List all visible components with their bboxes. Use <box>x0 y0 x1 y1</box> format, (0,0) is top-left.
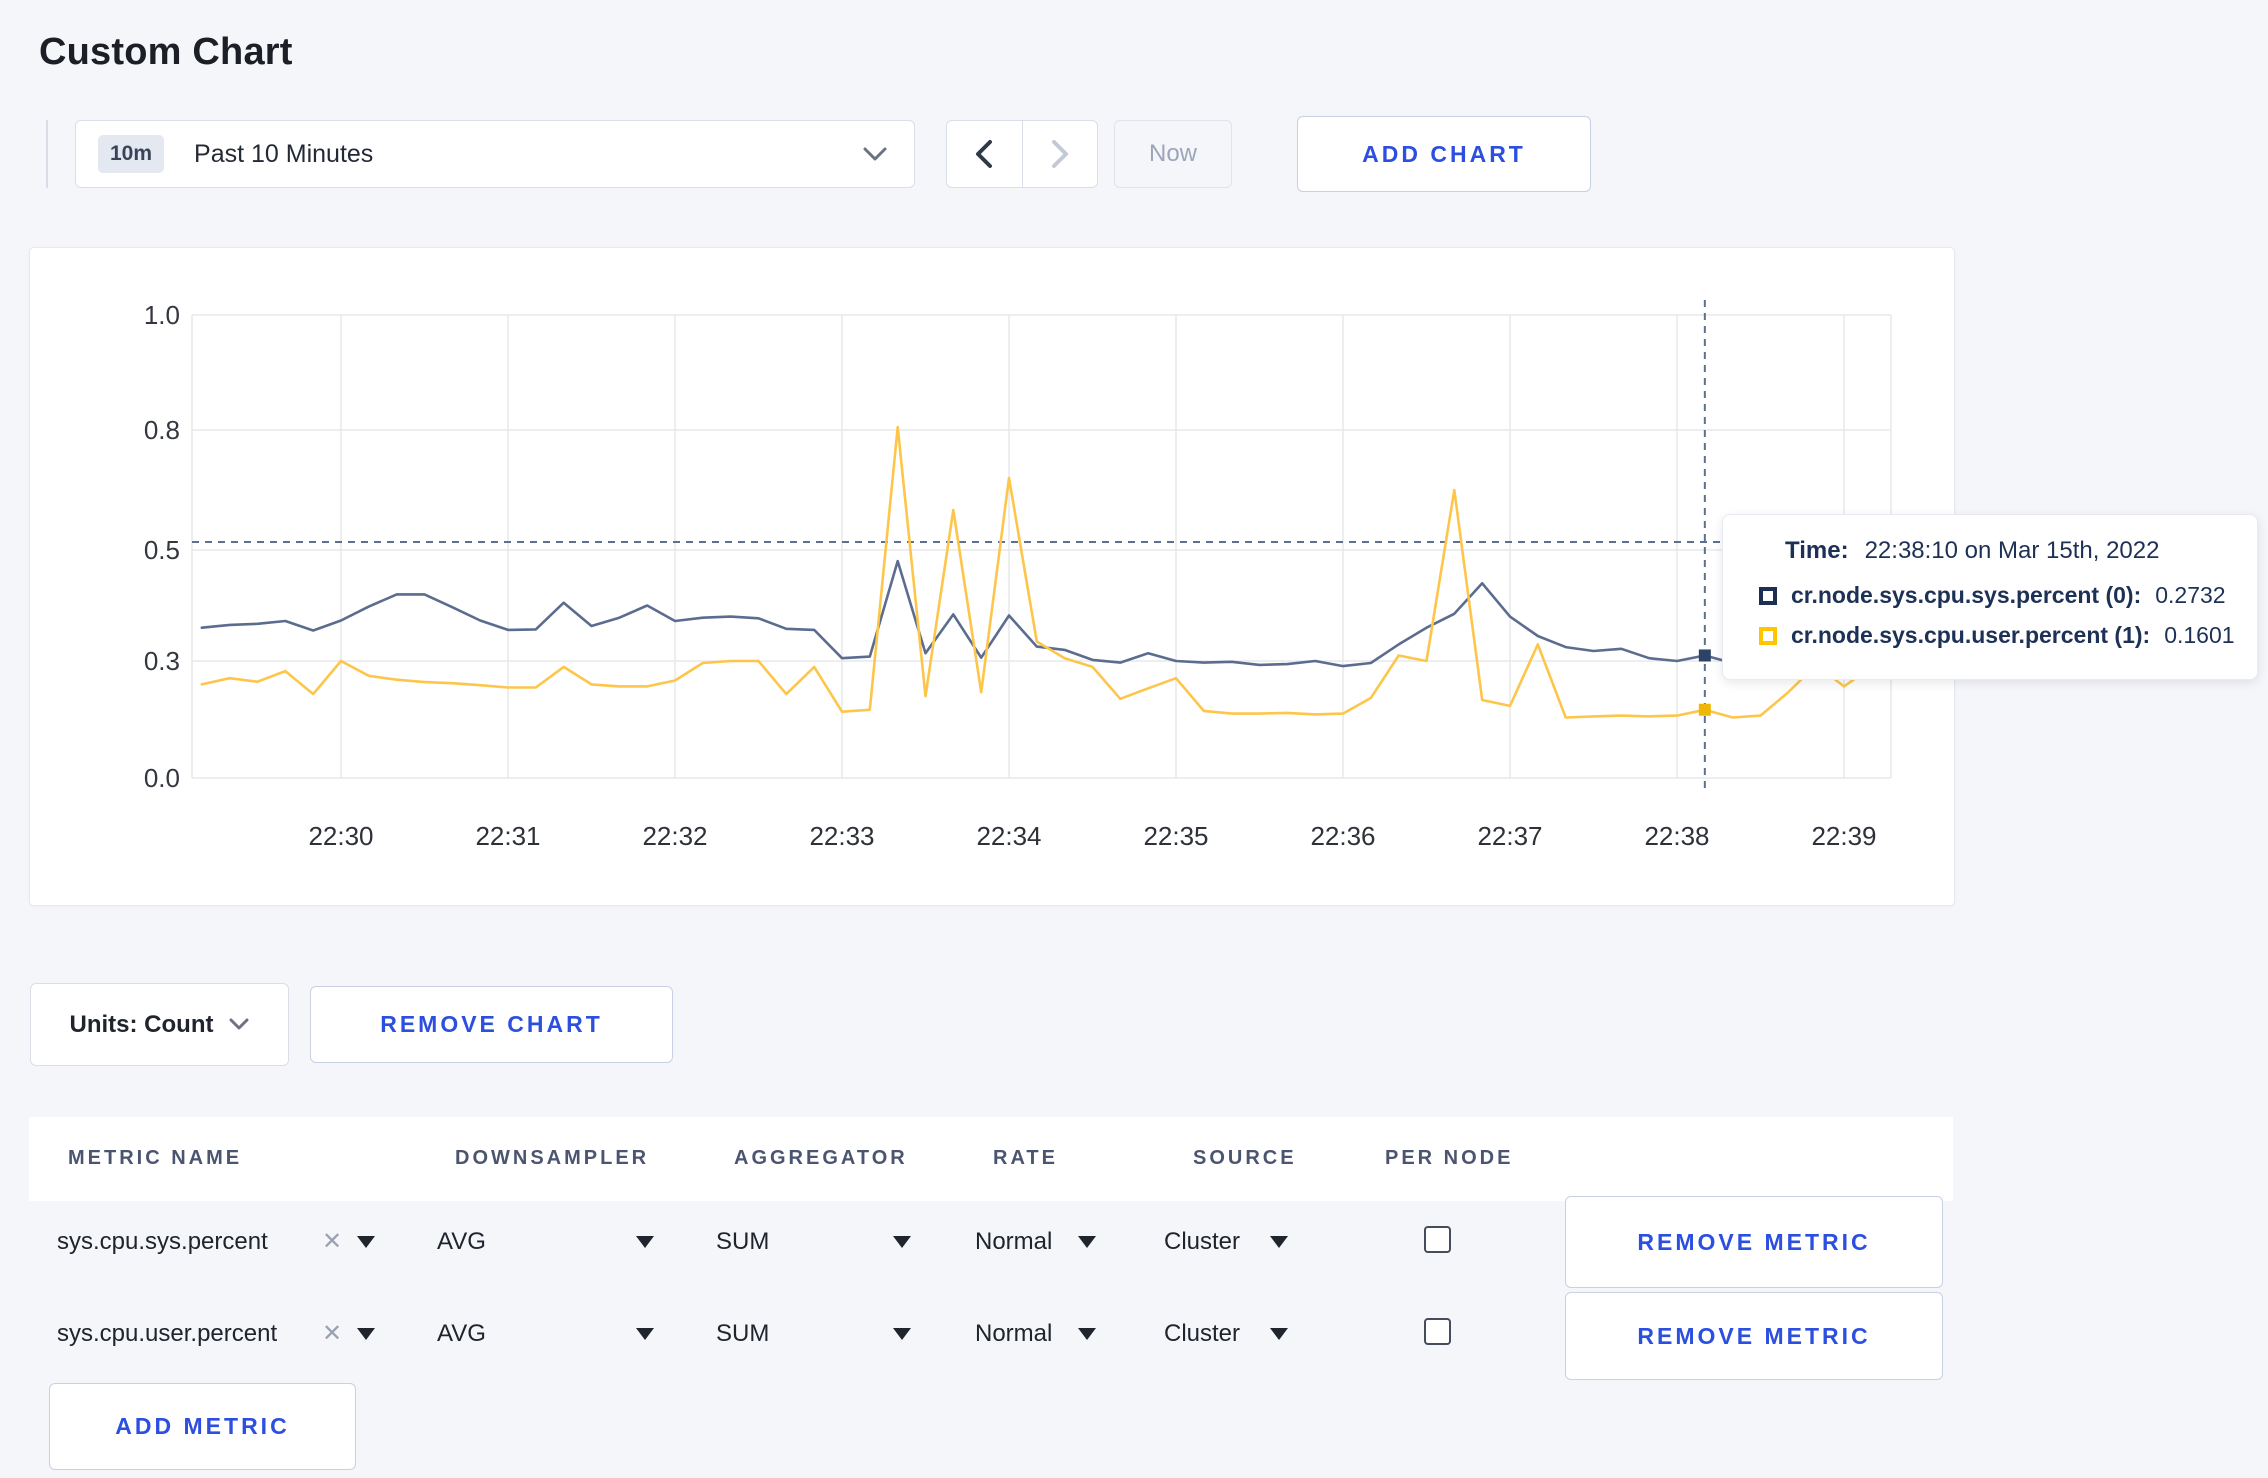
dropdown-arrow-icon[interactable] <box>1270 1328 1288 1340</box>
rate-select[interactable]: Normal <box>975 1320 1052 1348</box>
aggregator-select[interactable]: SUM <box>716 1320 769 1348</box>
tooltip-series-value: 0.2732 <box>2155 582 2226 608</box>
dropdown-arrow-icon[interactable] <box>357 1236 375 1248</box>
remove-metric-button[interactable]: REMOVE METRIC <box>1565 1196 1943 1288</box>
downsampler-select[interactable]: AVG <box>437 1320 486 1348</box>
tooltip-series-row: cr.node.sys.cpu.user.percent (1): 0.1601 <box>1759 622 2257 649</box>
chevron-left-icon <box>974 139 994 169</box>
time-range-label: Past 10 Minutes <box>194 139 374 168</box>
now-button[interactable]: Now <box>1114 120 1232 188</box>
dropdown-arrow-icon[interactable] <box>893 1328 911 1340</box>
chevron-down-icon <box>229 1018 249 1031</box>
tooltip-series-name: cr.node.sys.cpu.sys.percent (0): <box>1791 582 2142 608</box>
header-metric-name: METRIC NAME <box>68 1147 243 1169</box>
header-downsampler: DOWNSAMPLER <box>455 1147 650 1169</box>
add-chart-button[interactable]: ADD CHART <box>1297 116 1591 192</box>
user-series-swatch-icon <box>1759 626 1777 645</box>
time-pager <box>946 120 1098 188</box>
chart-hover-area[interactable] <box>192 315 1891 778</box>
metric-name-select[interactable]: sys.cpu.user.percent <box>57 1320 277 1348</box>
clear-metric-icon[interactable]: ✕ <box>322 1227 342 1256</box>
header-rate: RATE <box>993 1147 1058 1169</box>
page-title: Custom Chart <box>39 31 293 74</box>
dropdown-arrow-icon[interactable] <box>636 1236 654 1248</box>
tooltip-time-label: Time: <box>1785 537 1849 564</box>
time-range-select[interactable]: 10m Past 10 Minutes <box>75 120 915 188</box>
metric-row: sys.cpu.sys.percent ✕ AVG SUM Normal Clu… <box>0 1196 2268 1288</box>
dropdown-arrow-icon[interactable] <box>1078 1236 1096 1248</box>
tooltip-series-row: cr.node.sys.cpu.sys.percent (0): 0.2732 <box>1759 582 2257 609</box>
clear-metric-icon[interactable]: ✕ <box>322 1319 342 1348</box>
dropdown-arrow-icon[interactable] <box>1078 1328 1096 1340</box>
per-node-checkbox[interactable] <box>1424 1318 1451 1345</box>
chevron-right-icon <box>1050 139 1070 169</box>
rate-select[interactable]: Normal <box>975 1228 1052 1256</box>
dropdown-arrow-icon[interactable] <box>636 1328 654 1340</box>
next-range-button[interactable] <box>1021 121 1098 187</box>
tooltip-time-row: Time: 22:38:10 on Mar 15th, 2022 <box>1785 537 2257 565</box>
header-per-node: PER NODE <box>1385 1147 1514 1169</box>
add-metric-button[interactable]: ADD METRIC <box>49 1383 356 1470</box>
metric-row: sys.cpu.user.percent ✕ AVG SUM Normal Cl… <box>0 1290 2268 1382</box>
sys-series-swatch-icon <box>1759 586 1777 605</box>
dropdown-arrow-icon[interactable] <box>893 1236 911 1248</box>
header-aggregator: AGGREGATOR <box>734 1147 908 1169</box>
metrics-table-header: METRIC NAME DOWNSAMPLER AGGREGATOR RATE … <box>29 1117 1953 1201</box>
per-node-checkbox[interactable] <box>1424 1226 1451 1253</box>
toolbar-divider <box>46 120 48 188</box>
tooltip-time-value: 22:38:10 on Mar 15th, 2022 <box>1864 537 2160 564</box>
time-range-badge: 10m <box>98 135 165 173</box>
tooltip-series-value: 0.1601 <box>2164 622 2235 648</box>
source-select[interactable]: Cluster <box>1164 1320 1240 1348</box>
tooltip-series-name: cr.node.sys.cpu.user.percent (1): <box>1791 622 2151 648</box>
chevron-down-icon <box>862 146 888 162</box>
metric-name-select[interactable]: sys.cpu.sys.percent <box>57 1228 268 1256</box>
remove-chart-button[interactable]: REMOVE CHART <box>310 986 673 1063</box>
aggregator-select[interactable]: SUM <box>716 1228 769 1256</box>
prev-range-button[interactable] <box>947 121 1022 187</box>
source-select[interactable]: Cluster <box>1164 1228 1240 1256</box>
header-source: SOURCE <box>1193 1147 1297 1169</box>
dropdown-arrow-icon[interactable] <box>1270 1236 1288 1248</box>
chart-tooltip: Time: 22:38:10 on Mar 15th, 2022 cr.node.… <box>1722 514 2258 680</box>
units-label: Units: Count <box>69 1010 214 1038</box>
dropdown-arrow-icon[interactable] <box>357 1328 375 1340</box>
downsampler-select[interactable]: AVG <box>437 1228 486 1256</box>
units-select[interactable]: Units: Count <box>30 983 289 1066</box>
remove-metric-button[interactable]: REMOVE METRIC <box>1565 1292 1943 1380</box>
